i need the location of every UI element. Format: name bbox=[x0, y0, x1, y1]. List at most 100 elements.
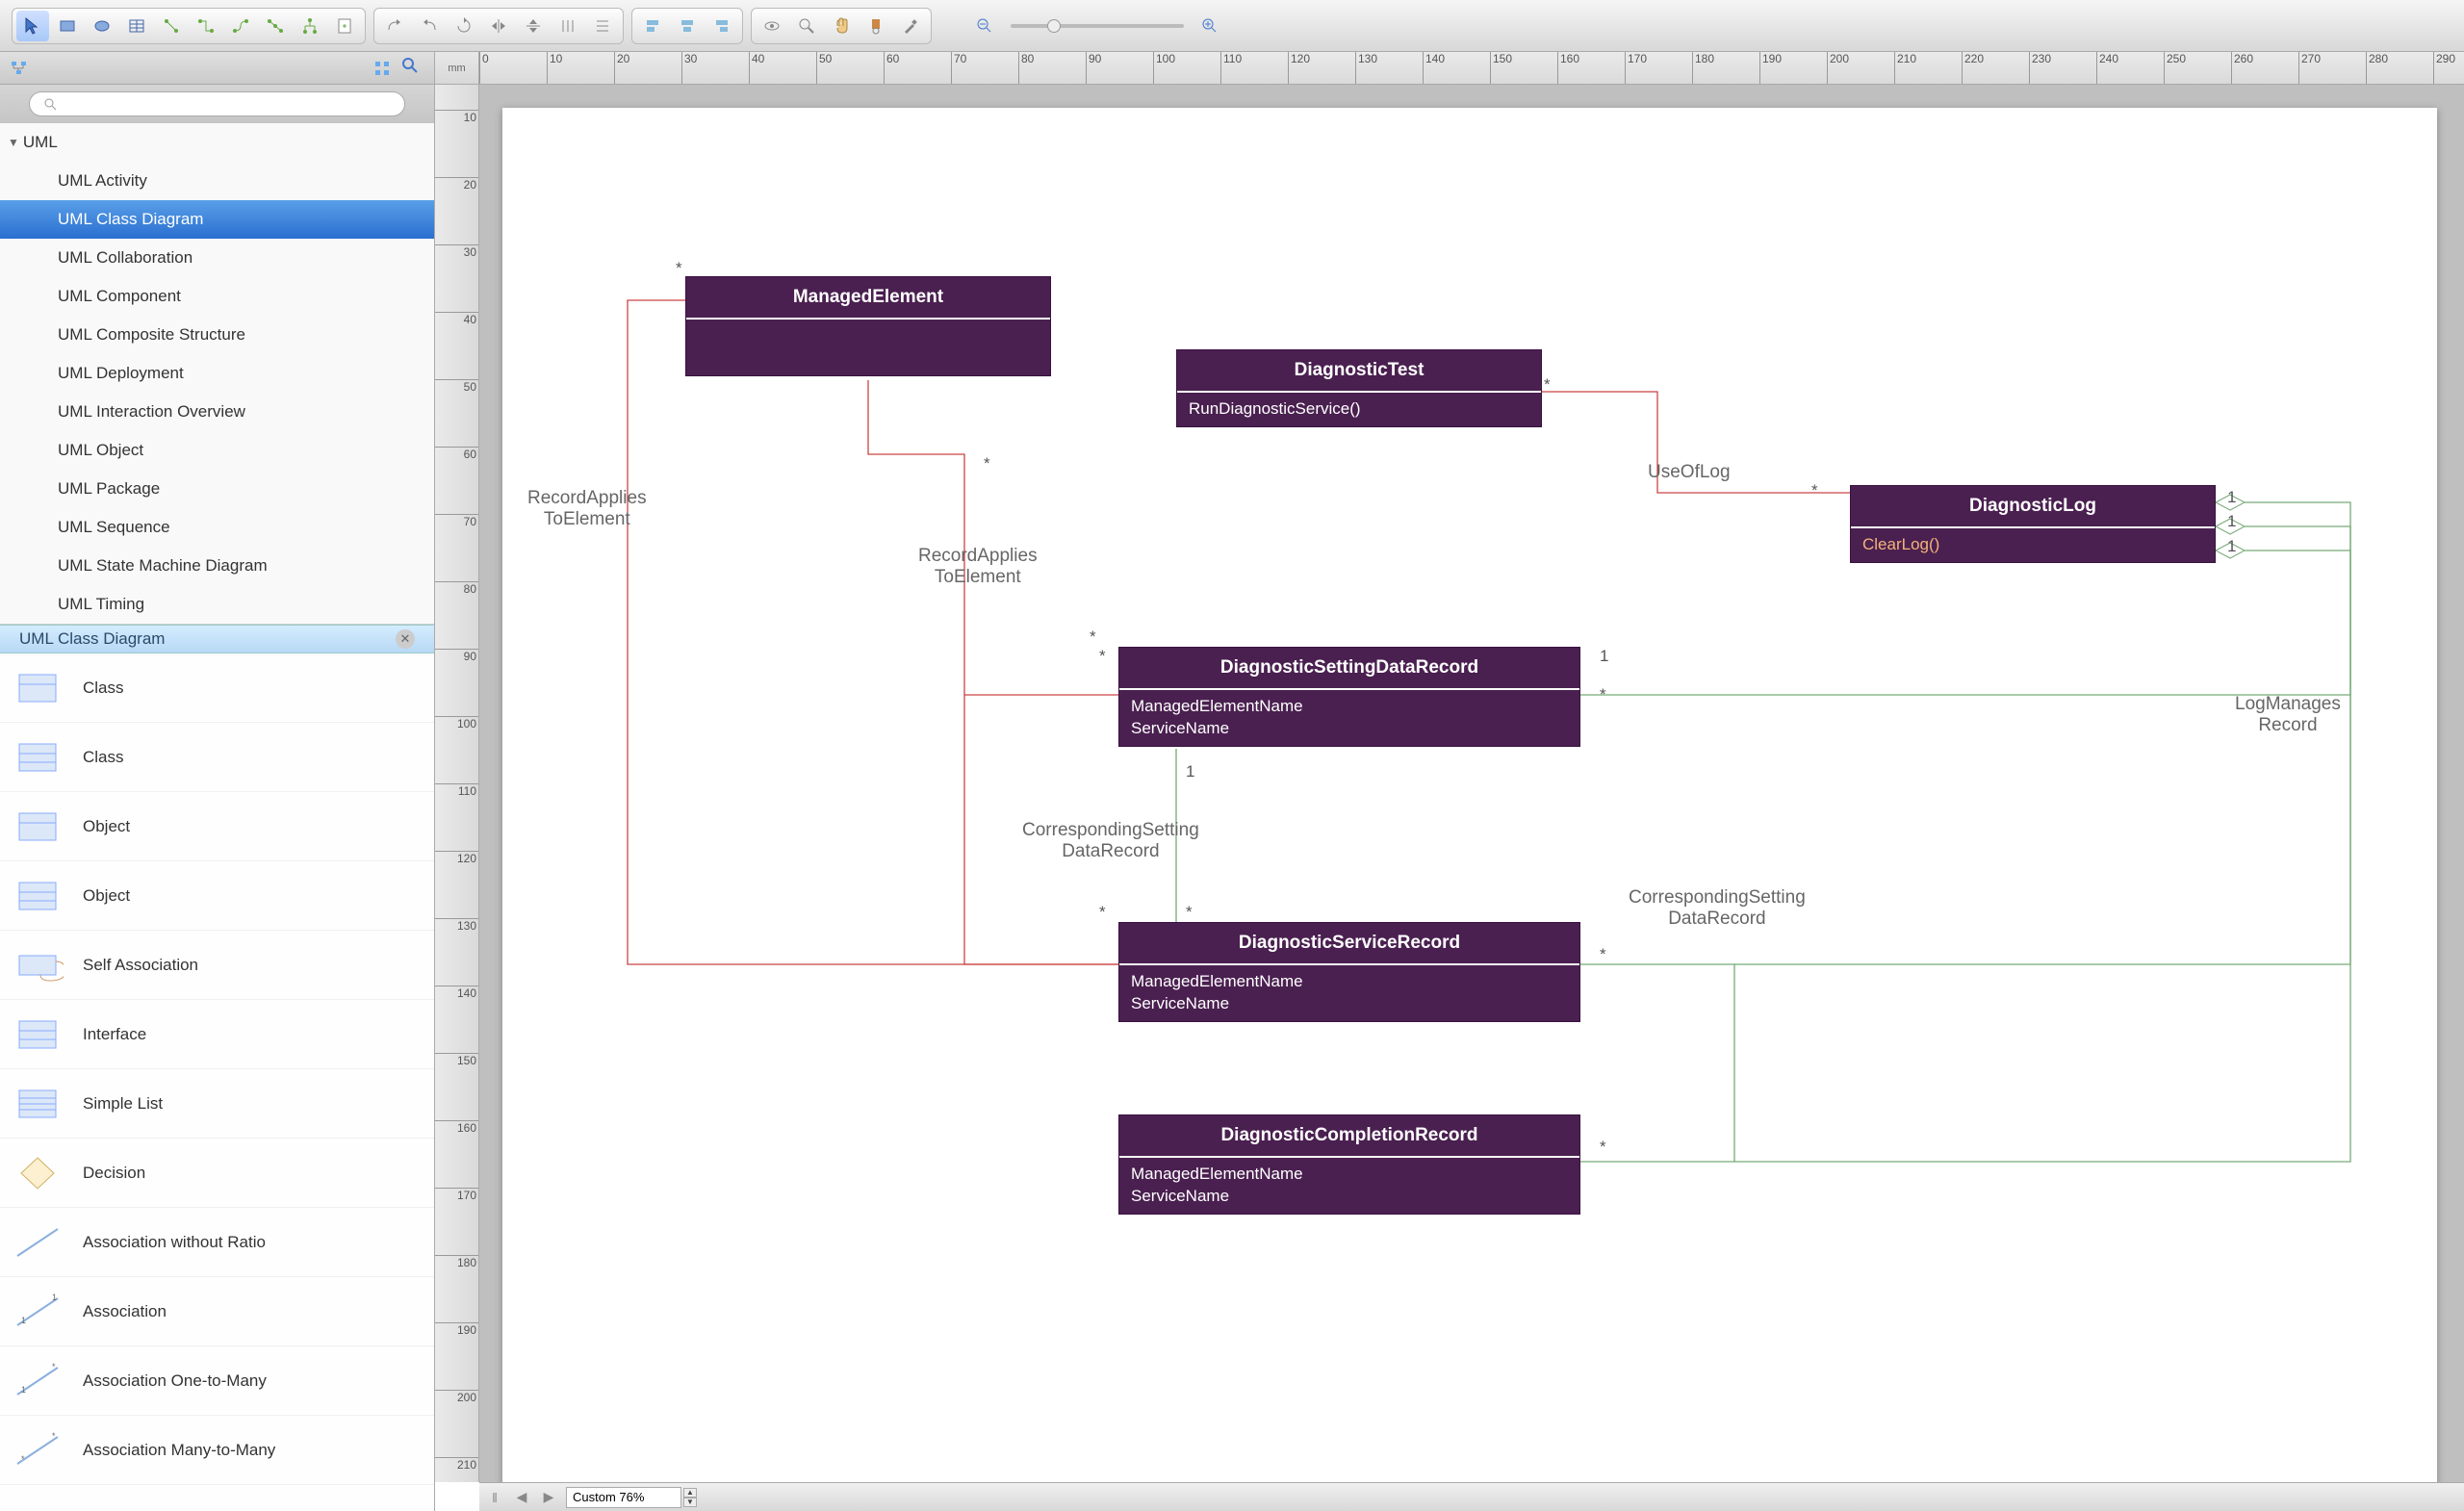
uml-class-setting[interactable]: DiagnosticSettingDataRecordManagedElemen… bbox=[1118, 647, 1580, 747]
uml-class-service[interactable]: DiagnosticServiceRecordManagedElementNam… bbox=[1118, 922, 1580, 1022]
palette-item[interactable]: 1*Association One-to-Many bbox=[0, 1346, 434, 1416]
tree-item[interactable]: UML Composite Structure bbox=[0, 316, 434, 354]
prev-page-button[interactable]: ◀ bbox=[512, 1488, 531, 1507]
rotate-tool[interactable] bbox=[448, 11, 480, 41]
align-tools bbox=[631, 8, 743, 44]
tree-item[interactable]: UML Package bbox=[0, 470, 434, 508]
align-left-tool[interactable] bbox=[636, 11, 669, 41]
palette-item[interactable]: Object bbox=[0, 861, 434, 931]
canvas-area: mm 0102030405060708090100110120130140150… bbox=[435, 52, 2464, 1511]
align-center-tool[interactable] bbox=[671, 11, 704, 41]
eye-tool[interactable] bbox=[756, 11, 788, 41]
uml-class-body: ManagedElementNameServiceName bbox=[1119, 690, 1579, 746]
ruler-unit: mm bbox=[435, 52, 479, 85]
association-label: LogManages Record bbox=[2235, 694, 2341, 736]
palette-item[interactable]: Class bbox=[0, 653, 434, 723]
svg-text:1: 1 bbox=[21, 1316, 26, 1325]
shape-thumb-icon: 11 bbox=[12, 1289, 64, 1335]
zoom-out-button[interactable] bbox=[968, 11, 1001, 41]
search-field-icon bbox=[43, 97, 57, 111]
tree-item[interactable]: UML Object bbox=[0, 431, 434, 470]
zoom-input[interactable] bbox=[566, 1487, 681, 1508]
zoom-stepper[interactable]: ▲▼ bbox=[683, 1488, 697, 1507]
zoom-tool[interactable] bbox=[790, 11, 823, 41]
uml-method: ClearLog() bbox=[1862, 534, 2203, 556]
eyedropper-tool[interactable] bbox=[894, 11, 927, 41]
palette-item[interactable]: Interface bbox=[0, 1000, 434, 1069]
multiplicity-label: * bbox=[984, 454, 990, 474]
diagram-page[interactable]: ManagedElement DiagnosticTestRunDiagnosti… bbox=[502, 108, 2437, 1482]
tree-item[interactable]: UML Deployment bbox=[0, 354, 434, 393]
shape-thumb-icon bbox=[12, 1150, 64, 1196]
connector-1-tool[interactable] bbox=[155, 11, 188, 41]
canvas-viewport[interactable]: ManagedElement DiagnosticTestRunDiagnosti… bbox=[479, 85, 2464, 1482]
connector-2-tool[interactable] bbox=[190, 11, 222, 41]
svg-text:*: * bbox=[52, 1431, 56, 1441]
palette-item[interactable]: Class bbox=[0, 723, 434, 792]
view-tools bbox=[751, 8, 932, 44]
palette-item[interactable]: **Association Many-to-Many bbox=[0, 1416, 434, 1485]
multiplicity-label: * bbox=[1186, 903, 1193, 922]
zoom-slider[interactable] bbox=[968, 11, 1226, 41]
palette-title: UML Class Diagram bbox=[19, 629, 165, 649]
uml-class-completion[interactable]: DiagnosticCompletionRecord ManagedElement… bbox=[1118, 1114, 1580, 1215]
palette-item-label: Class bbox=[83, 679, 124, 698]
flip-h-tool[interactable] bbox=[482, 11, 515, 41]
table-tool[interactable] bbox=[120, 11, 153, 41]
palette-item[interactable]: Association without Ratio bbox=[0, 1208, 434, 1277]
svg-text:1: 1 bbox=[52, 1293, 57, 1302]
tree-item[interactable]: UML Sequence bbox=[0, 508, 434, 547]
distribute-v-tool[interactable] bbox=[586, 11, 619, 41]
tree-root-uml[interactable]: UML bbox=[0, 123, 434, 162]
multiplicity-label: 1 bbox=[2227, 512, 2236, 531]
tree-item[interactable]: UML Component bbox=[0, 277, 434, 316]
arc-ccw-tool[interactable] bbox=[413, 11, 446, 41]
tree-item[interactable]: UML Timing bbox=[0, 585, 434, 624]
zoom-field: ▲▼ bbox=[566, 1487, 697, 1508]
palette-item[interactable]: Decision bbox=[0, 1139, 434, 1208]
multiplicity-label: * bbox=[1090, 627, 1096, 647]
uml-class-test[interactable]: DiagnosticTestRunDiagnosticService() bbox=[1176, 349, 1542, 427]
shape-thumb-icon bbox=[12, 1219, 64, 1266]
search-icon[interactable] bbox=[401, 57, 428, 80]
library-search-input[interactable] bbox=[29, 91, 405, 116]
uml-class-title: DiagnosticSettingDataRecord bbox=[1119, 648, 1579, 690]
multiplicity-label: * bbox=[1811, 481, 1818, 500]
uml-class-log[interactable]: DiagnosticLogClearLog() bbox=[1850, 485, 2216, 563]
panel-header bbox=[0, 52, 434, 85]
svg-text:*: * bbox=[52, 1362, 56, 1371]
palette-item[interactable]: Simple List bbox=[0, 1069, 434, 1139]
grid-view-icon[interactable] bbox=[369, 57, 396, 80]
tree-item[interactable]: UML Collaboration bbox=[0, 239, 434, 277]
ellipse-tool[interactable] bbox=[86, 11, 118, 41]
align-right-tool[interactable] bbox=[706, 11, 738, 41]
palette-item[interactable]: 11Association bbox=[0, 1277, 434, 1346]
flip-v-tool[interactable] bbox=[517, 11, 550, 41]
export-tool[interactable] bbox=[328, 11, 361, 41]
arc-cw-tool[interactable] bbox=[378, 11, 411, 41]
tree-mode-icon[interactable] bbox=[6, 57, 33, 80]
rectangle-tool[interactable] bbox=[51, 11, 84, 41]
distribute-h-tool[interactable] bbox=[552, 11, 584, 41]
shape-tools bbox=[12, 8, 366, 44]
pause-icon[interactable]: ‖ bbox=[485, 1488, 504, 1507]
uml-class-managed[interactable]: ManagedElement bbox=[685, 276, 1051, 376]
tree-item[interactable]: UML Activity bbox=[0, 162, 434, 200]
tree-item[interactable]: UML Class Diagram bbox=[0, 200, 434, 239]
snap-tool[interactable] bbox=[860, 11, 892, 41]
connector-4-tool[interactable] bbox=[259, 11, 292, 41]
uml-class-title: DiagnosticCompletionRecord bbox=[1119, 1115, 1579, 1158]
palette-item[interactable]: Self Association bbox=[0, 931, 434, 1000]
tree-item[interactable]: UML Interaction Overview bbox=[0, 393, 434, 431]
pointer-tool[interactable] bbox=[16, 11, 49, 41]
hand-tool[interactable] bbox=[825, 11, 858, 41]
zoom-in-button[interactable] bbox=[1194, 11, 1226, 41]
connector-5-tool[interactable] bbox=[294, 11, 326, 41]
palette-item-label: Association bbox=[83, 1302, 167, 1321]
next-page-button[interactable]: ▶ bbox=[539, 1488, 558, 1507]
palette-item[interactable]: Object bbox=[0, 792, 434, 861]
connector-3-tool[interactable] bbox=[224, 11, 257, 41]
uml-attribute: ManagedElementName bbox=[1131, 1164, 1568, 1186]
close-icon[interactable]: ✕ bbox=[396, 629, 415, 649]
tree-item[interactable]: UML State Machine Diagram bbox=[0, 547, 434, 585]
